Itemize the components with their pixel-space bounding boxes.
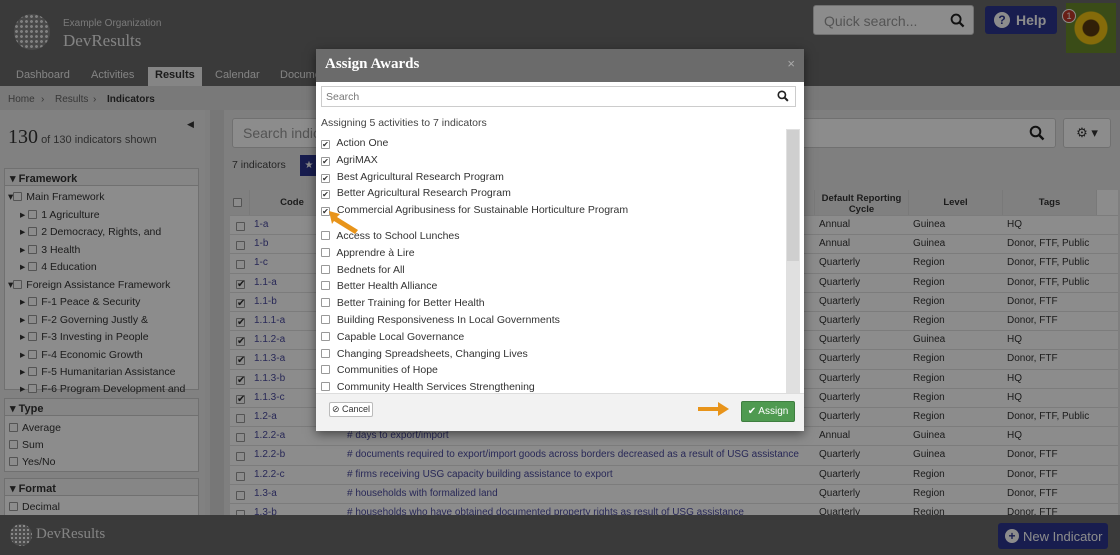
activity-label: Community Health Services Strengthening bbox=[336, 381, 535, 393]
activity-checkbox[interactable] bbox=[321, 331, 330, 341]
scrollbar-thumb[interactable] bbox=[787, 130, 799, 261]
assign-button[interactable]: ✔ Assign bbox=[741, 401, 795, 422]
modal-title: Assign Awards bbox=[325, 56, 420, 72]
activity-checkbox[interactable] bbox=[321, 348, 330, 358]
activity-checkbox[interactable]: ✔ bbox=[321, 190, 330, 200]
activity-label: Better Health Alliance bbox=[336, 280, 438, 293]
cancel-label: Cancel bbox=[342, 404, 371, 414]
activity-checkbox[interactable] bbox=[321, 315, 330, 324]
activity-option[interactable]: Changing Spreadsheets, Changing Lives bbox=[321, 348, 528, 360]
assign-awards-modal: Assign Awards × Search Assigning 5 activ… bbox=[316, 49, 804, 431]
activity-checkbox[interactable] bbox=[321, 382, 330, 392]
activity-label: Better Agricultural Research Program bbox=[336, 187, 511, 200]
activity-option[interactable]: ✔ Best Agricultural Research Program bbox=[321, 171, 504, 183]
activity-list: ✔ Action One ✔ AgriMAX ✔ Best Agricultural… bbox=[316, 131, 804, 393]
activity-checkbox[interactable]: ✔ bbox=[321, 140, 330, 149]
activity-option[interactable]: Better Health Alliance bbox=[321, 280, 437, 292]
activity-search-input[interactable]: Search bbox=[321, 86, 796, 107]
activity-option[interactable]: Building Responsiveness In Local Governm… bbox=[321, 314, 560, 326]
arrow-pointer-icon bbox=[329, 211, 358, 234]
activity-checkbox[interactable] bbox=[321, 247, 330, 257]
modal-footer: ⊘ Cancel ✔ Assign bbox=[316, 393, 804, 431]
activity-label: Bednets for All bbox=[336, 263, 405, 276]
activity-label: Changing Spreadsheets, Changing Lives bbox=[336, 347, 528, 360]
activity-option[interactable]: ✔ Commercial Agribusiness for Sustainabl… bbox=[321, 204, 629, 217]
activity-checkbox[interactable] bbox=[321, 298, 330, 308]
activity-label: Better Training for Better Health bbox=[336, 297, 485, 310]
activity-option[interactable]: ✔ Action One bbox=[321, 137, 388, 149]
activity-label: Communities of Hope bbox=[336, 364, 438, 377]
activity-label: Building Responsiveness In Local Governm… bbox=[336, 314, 560, 326]
assign-label: Assign bbox=[758, 406, 789, 417]
cancel-button[interactable]: ⊘ Cancel bbox=[329, 402, 373, 417]
activity-option[interactable]: Community Health Services Strengthening bbox=[321, 381, 535, 393]
assigning-summary: Assigning 5 activities to 7 indicators bbox=[321, 117, 487, 129]
activity-checkbox[interactable] bbox=[321, 281, 330, 291]
activity-label: AgriMAX bbox=[336, 153, 378, 166]
activity-label: Capable Local Governance bbox=[336, 330, 465, 343]
arrow-pointer-icon bbox=[698, 402, 729, 416]
activity-label: Best Agricultural Research Program bbox=[336, 170, 504, 183]
activity-label: Commercial Agribusiness for Sustainable … bbox=[336, 204, 629, 217]
modal-header: Assign Awards × bbox=[316, 49, 804, 82]
close-icon[interactable]: × bbox=[787, 56, 795, 71]
activity-label: Action One bbox=[336, 137, 389, 149]
activity-option[interactable]: Communities of Hope bbox=[321, 364, 438, 376]
search-icon[interactable] bbox=[777, 90, 789, 102]
activity-option[interactable]: ✔ AgriMAX bbox=[321, 154, 378, 166]
activity-checkbox[interactable] bbox=[321, 365, 330, 375]
activity-search-placeholder: Search bbox=[326, 91, 360, 103]
activity-option[interactable]: Apprendre à Lire bbox=[321, 247, 415, 259]
activity-checkbox[interactable]: ✔ bbox=[321, 173, 330, 183]
activity-label: Apprendre à Lire bbox=[336, 246, 415, 259]
activity-option[interactable]: Bednets for All bbox=[321, 264, 405, 276]
activity-checkbox[interactable] bbox=[321, 264, 330, 274]
activity-checkbox[interactable]: ✔ bbox=[321, 156, 330, 166]
activity-option[interactable]: ✔ Better Agricultural Research Program bbox=[321, 187, 511, 200]
activity-option[interactable]: Better Training for Better Health bbox=[321, 297, 485, 309]
activity-option[interactable]: Capable Local Governance bbox=[321, 331, 464, 343]
